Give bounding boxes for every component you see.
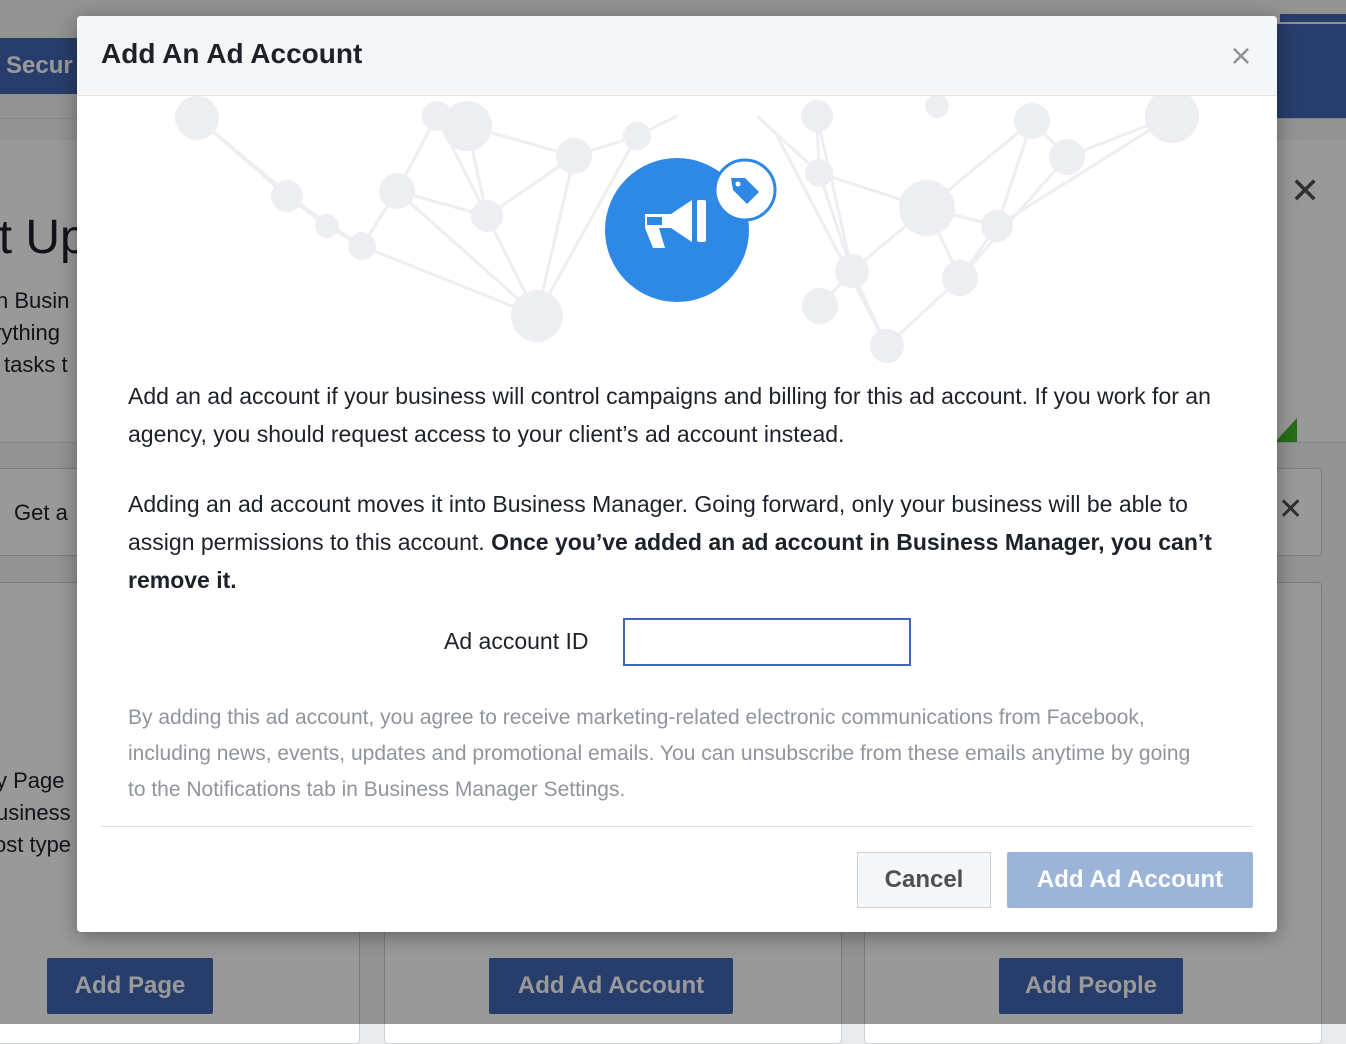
footer-divider (101, 826, 1253, 827)
warning-paragraph: Adding an ad account moves it into Busin… (128, 485, 1238, 599)
dialog-title: Add An Ad Account (101, 38, 363, 69)
tag-icon (713, 158, 777, 222)
close-icon[interactable]: × (1227, 38, 1255, 74)
network-hero-illustration (175, 96, 1199, 363)
add-ad-account-dialog: Add An Ad Account × Add an ad account if… (77, 16, 1277, 932)
legal-notice: By adding this ad account, you agree to … (128, 706, 1191, 801)
dialog-header: Add An Ad Account × (77, 16, 1277, 96)
cancel-button[interactable]: Cancel (857, 852, 991, 908)
intro-paragraph: Add an ad account if your business will … (128, 383, 1211, 447)
ad-account-id-input[interactable] (623, 618, 911, 666)
ad-account-id-label: Ad account ID (444, 628, 589, 654)
add-ad-account-button[interactable]: Add Ad Account (1007, 852, 1253, 908)
